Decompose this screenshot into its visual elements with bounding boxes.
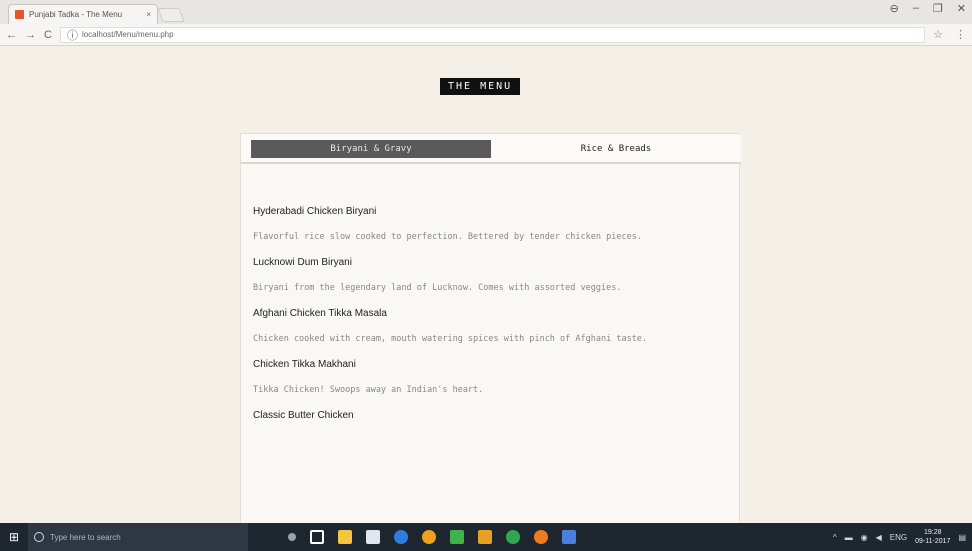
list-item: Afghani Chicken Tikka Masala Chicken coo… <box>253 308 723 347</box>
list-item: Classic Butter Chicken <box>253 410 723 421</box>
edge-icon[interactable] <box>394 530 408 544</box>
network-icon[interactable]: ◉ <box>861 533 868 542</box>
item-name: Lucknowi Dum Biryani <box>253 257 352 268</box>
taskbar-apps <box>288 530 576 544</box>
search-placeholder: Type here to search <box>50 532 121 542</box>
app-icon[interactable] <box>562 530 576 544</box>
bookmark-star-icon[interactable]: ☆ <box>933 28 943 41</box>
minimize-icon[interactable]: – <box>913 2 919 15</box>
mic-icon[interactable] <box>288 533 296 541</box>
page-content: THE MENU Biryani & Gravy Rice & Breads H… <box>0 47 972 551</box>
menu-card: Biryani & Gravy Rice & Breads Hyderabadi… <box>240 133 741 551</box>
tab-rice-breads[interactable]: Rice & Breads <box>499 140 733 158</box>
store-icon[interactable] <box>338 530 352 544</box>
taskbar-search[interactable]: Type here to search <box>28 523 248 551</box>
clock-time: 19:28 <box>924 529 942 536</box>
reload-icon[interactable]: C <box>44 29 52 41</box>
window-controls: ⊖ – ❐ ✕ <box>890 2 966 15</box>
browser-tab[interactable]: Punjabi Tadka - The Menu × <box>8 4 158 24</box>
item-description: Flavorful rice slow cooked to perfection… <box>253 232 642 242</box>
list-item: Lucknowi Dum Biryani Biryani from the le… <box>253 257 723 296</box>
chrome-icon[interactable] <box>422 530 436 544</box>
menu-icon[interactable]: ⋮ <box>955 28 966 41</box>
app-icon[interactable] <box>478 530 492 544</box>
item-description: Chicken cooked with cream, mouth waterin… <box>253 334 648 344</box>
forward-icon[interactable]: → <box>25 29 36 41</box>
battery-icon[interactable]: ▬ <box>845 533 853 542</box>
list-item: Hyderabadi Chicken Biryani Flavorful ric… <box>253 206 723 245</box>
address-bar-row: ← → C ⓘ localhost/Menu/menu.php ☆ ⋮ <box>0 24 972 46</box>
item-name: Hyderabadi Chicken Biryani <box>253 206 377 217</box>
tab-title: Punjabi Tadka - The Menu <box>29 10 123 19</box>
favicon-icon <box>15 10 24 19</box>
app-icon[interactable] <box>506 530 520 544</box>
app-icon[interactable] <box>450 530 464 544</box>
url-input[interactable]: ⓘ localhost/Menu/menu.php <box>59 26 926 43</box>
system-tray: ^ ▬ ◉ ◀ ENG 19:28 09-11-2017 ▤ <box>833 528 972 546</box>
page-title: THE MENU <box>440 78 521 95</box>
menu-tabs: Biryani & Gravy Rice & Breads <box>241 134 741 164</box>
back-icon[interactable]: ← <box>6 29 17 41</box>
close-icon[interactable]: ✕ <box>957 2 966 15</box>
item-name: Afghani Chicken Tikka Masala <box>253 308 387 319</box>
item-description: Tikka Chicken! Swoops away an Indian's h… <box>253 385 484 395</box>
clock-date: 09-11-2017 <box>915 538 951 545</box>
list-item: Chicken Tikka Makhani Tikka Chicken! Swo… <box>253 359 723 398</box>
volume-icon[interactable]: ◀ <box>876 533 882 542</box>
firefox-icon[interactable] <box>534 530 548 544</box>
tab-biryani-gravy[interactable]: Biryani & Gravy <box>251 140 491 158</box>
tray-chevron-icon[interactable]: ^ <box>833 533 837 542</box>
item-name: Chicken Tikka Makhani <box>253 359 356 370</box>
mail-icon[interactable] <box>366 530 380 544</box>
cortana-icon <box>34 532 44 542</box>
restore-icon[interactable]: ❐ <box>933 2 943 15</box>
item-name: Classic Butter Chicken <box>253 410 354 421</box>
new-tab-button[interactable] <box>157 8 185 22</box>
clock[interactable]: 19:28 09-11-2017 <box>915 528 950 546</box>
tab-close-icon[interactable]: × <box>146 10 151 19</box>
taskbar: ⊞ Type here to search ^ ▬ ◉ ◀ ENG 19:28 … <box>0 523 972 551</box>
notifications-icon[interactable]: ▤ <box>958 533 966 542</box>
item-description: Biryani from the legendary land of Luckn… <box>253 283 622 293</box>
language-indicator[interactable]: ENG <box>890 533 907 542</box>
url-text: localhost/Menu/menu.php <box>81 30 174 39</box>
profile-icon[interactable]: ⊖ <box>890 2 899 15</box>
task-view-icon[interactable] <box>310 530 324 544</box>
windows-start-icon[interactable]: ⊞ <box>0 523 28 551</box>
info-icon[interactable]: ⓘ <box>67 27 78 43</box>
browser-tab-strip: Punjabi Tadka - The Menu × ⊖ – ❐ ✕ <box>0 0 972 24</box>
menu-items: Hyderabadi Chicken Biryani Flavorful ric… <box>253 206 723 433</box>
